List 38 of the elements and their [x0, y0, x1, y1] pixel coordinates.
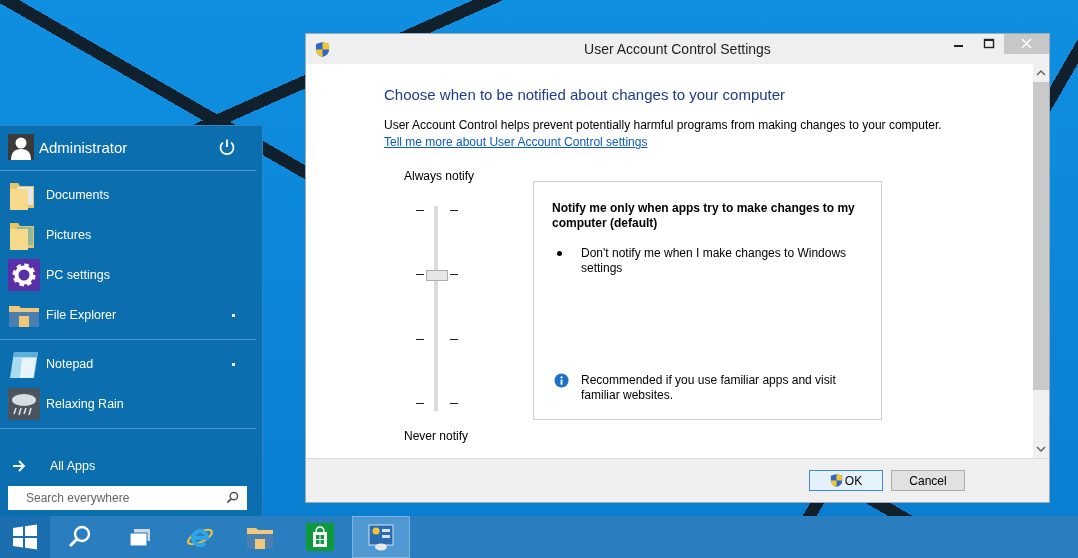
power-icon[interactable]	[218, 138, 236, 156]
search-field[interactable]: Search everywhere	[8, 486, 247, 510]
page-heading: Choose when to be notified about changes to your computer	[384, 86, 787, 103]
start-menu-item[interactable]: PC settings	[0, 255, 256, 295]
slider-label: Never notify	[404, 429, 469, 443]
scroll-up-icon[interactable]	[1036, 70, 1046, 76]
gear-icon	[8, 259, 40, 291]
info-icon	[554, 373, 569, 388]
window-title: User Account Control Settings	[584, 41, 771, 57]
help-link[interactable]: Tell me more about User Account Control settings	[384, 135, 648, 149]
description-text: User Account Control helps prevent potentially harmful programs from making changes to your computer.	[384, 118, 943, 132]
shield-icon	[315, 40, 330, 58]
start-menu-item[interactable]: File Explorer	[0, 295, 256, 335]
user-name[interactable]: Administrator	[39, 138, 213, 156]
search-icon[interactable]	[226, 491, 239, 504]
scrollbar[interactable]	[1033, 64, 1049, 458]
rain-cloud-icon	[8, 388, 40, 420]
scroll-down-icon[interactable]	[1036, 446, 1046, 452]
level-title: Notify me only when apps try to make changes to my computer (default)	[552, 201, 856, 231]
ok-button[interactable]: OK	[809, 470, 883, 491]
note-text: Recommended if you use familiar apps and visit familiar websites.	[581, 373, 837, 403]
arrow-right-icon	[12, 460, 26, 472]
start-menu-item[interactable]: Pictures	[0, 215, 256, 255]
slider-thumb[interactable]	[426, 269, 448, 281]
shield-icon	[829, 473, 843, 488]
start-menu-item[interactable]: Documents	[0, 175, 256, 215]
cancel-button[interactable]: Cancel	[891, 470, 965, 491]
bullet-text: Don't notify me when I make changes to Windows settings	[581, 246, 848, 276]
windows-start-icon[interactable]	[11, 523, 39, 551]
all-apps-link[interactable]: All Apps	[0, 452, 262, 480]
slider-label: Always notify	[404, 169, 475, 183]
control-panel-icon[interactable]	[367, 523, 395, 551]
user-avatar-icon	[8, 134, 34, 160]
start-menu-item[interactable]: Relaxing Rain	[0, 384, 256, 424]
store-bag-icon[interactable]	[306, 523, 334, 551]
notification-slider[interactable]	[414, 206, 458, 411]
bullet-icon	[557, 251, 562, 256]
start-menu-item[interactable]: Notepad	[0, 344, 256, 384]
